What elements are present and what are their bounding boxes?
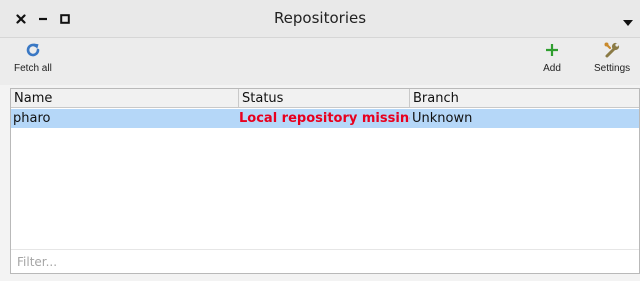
repository-name: pharo [13,111,51,126]
window-menu-button[interactable] [622,13,634,26]
repositories-window: Repositories Fetch all Add Settings Name… [0,0,640,281]
table-row[interactable]: pharo Local repository missing Unknown [11,109,639,128]
fetch-all-button[interactable]: Fetch all [14,40,52,74]
window-title: Repositories [273,9,367,27]
wrench-icon [602,40,622,60]
column-header-branch[interactable]: Branch [410,89,640,108]
settings-button[interactable]: Settings [594,40,630,74]
dropdown-arrow-icon [623,20,633,26]
add-button[interactable]: Add [542,40,562,74]
title-bar: Repositories [0,0,640,38]
filter-box [11,249,639,273]
add-label: Add [543,63,561,74]
fetch-all-label: Fetch all [14,63,52,74]
repositories-table: Name Status Branch pharo Local repositor… [10,88,640,274]
column-header-status[interactable]: Status [239,89,410,108]
column-header-name[interactable]: Name [11,89,239,108]
repository-status: Local repository missing [239,111,410,126]
table-header: Name Status Branch [11,89,639,108]
toolbar: Fetch all Add Settings [0,38,640,85]
plus-icon [542,40,562,60]
filter-input[interactable] [11,250,639,273]
repository-branch: Unknown [412,111,473,126]
refresh-icon [23,40,43,60]
settings-label: Settings [594,63,631,74]
